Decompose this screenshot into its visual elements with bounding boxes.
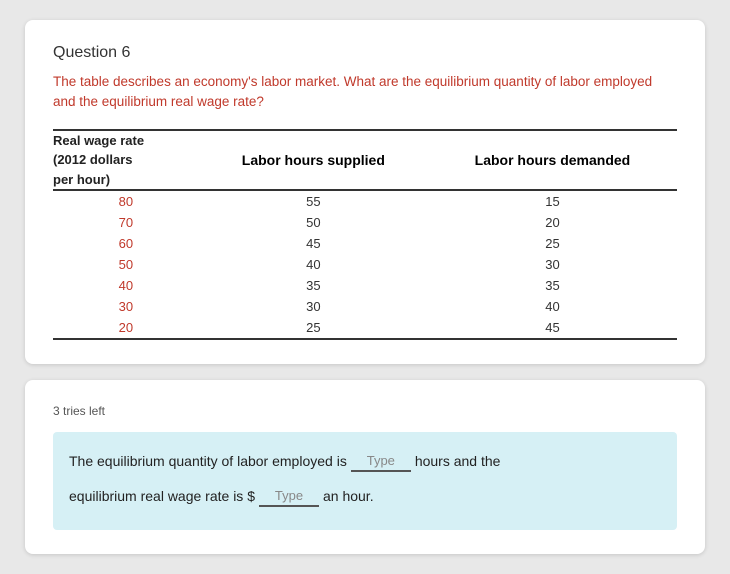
demanded-cell: 25 bbox=[428, 233, 677, 254]
labor-table: Real wage rate(2012 dollarsper hour) Lab… bbox=[53, 129, 677, 341]
wage-cell: 80 bbox=[53, 190, 199, 212]
supplied-cell: 30 bbox=[199, 296, 428, 317]
demanded-cell: 15 bbox=[428, 190, 677, 212]
line2-after-text: an hour. bbox=[323, 481, 374, 512]
line1-before-text: The equilibrium quantity of labor employ… bbox=[69, 446, 347, 477]
table-row: 303040 bbox=[53, 296, 677, 317]
table-row: 504030 bbox=[53, 254, 677, 275]
question-card: Question 6 The table describes an econom… bbox=[25, 20, 705, 364]
col-wage-header: Real wage rate(2012 dollarsper hour) bbox=[53, 130, 199, 191]
wage-cell: 50 bbox=[53, 254, 199, 275]
tries-label: 3 tries left bbox=[53, 404, 677, 418]
demanded-cell: 40 bbox=[428, 296, 677, 317]
table-row: 604525 bbox=[53, 233, 677, 254]
line2-before-text: equilibrium real wage rate is $ bbox=[69, 481, 255, 512]
answer-card: 3 tries left The equilibrium quantity of… bbox=[25, 380, 705, 554]
table-header-row: Real wage rate(2012 dollarsper hour) Lab… bbox=[53, 130, 677, 191]
quantity-input[interactable] bbox=[351, 451, 411, 472]
wage-cell: 30 bbox=[53, 296, 199, 317]
table-row: 202545 bbox=[53, 317, 677, 339]
demanded-cell: 35 bbox=[428, 275, 677, 296]
wage-cell: 70 bbox=[53, 212, 199, 233]
demanded-cell: 30 bbox=[428, 254, 677, 275]
supplied-cell: 55 bbox=[199, 190, 428, 212]
supplied-cell: 35 bbox=[199, 275, 428, 296]
supplied-cell: 50 bbox=[199, 212, 428, 233]
supplied-cell: 45 bbox=[199, 233, 428, 254]
wage-cell: 20 bbox=[53, 317, 199, 339]
wage-cell: 40 bbox=[53, 275, 199, 296]
question-title: Question 6 bbox=[53, 44, 677, 62]
demanded-cell: 45 bbox=[428, 317, 677, 339]
labor-table-container: Real wage rate(2012 dollarsper hour) Lab… bbox=[53, 129, 677, 341]
demanded-cell: 20 bbox=[428, 212, 677, 233]
table-row: 403535 bbox=[53, 275, 677, 296]
answer-block: The equilibrium quantity of labor employ… bbox=[53, 432, 677, 530]
table-row: 805515 bbox=[53, 190, 677, 212]
answer-line-1: The equilibrium quantity of labor employ… bbox=[69, 446, 661, 477]
line1-after-text: hours and the bbox=[415, 446, 501, 477]
col-demanded-header: Labor hours demanded bbox=[428, 130, 677, 191]
wage-cell: 60 bbox=[53, 233, 199, 254]
col-supplied-header: Labor hours supplied bbox=[199, 130, 428, 191]
question-text: The table describes an economy's labor m… bbox=[53, 72, 677, 113]
wage-rate-input[interactable] bbox=[259, 486, 319, 507]
table-row: 705020 bbox=[53, 212, 677, 233]
answer-line-2: equilibrium real wage rate is $ an hour. bbox=[69, 481, 661, 512]
supplied-cell: 25 bbox=[199, 317, 428, 339]
supplied-cell: 40 bbox=[199, 254, 428, 275]
